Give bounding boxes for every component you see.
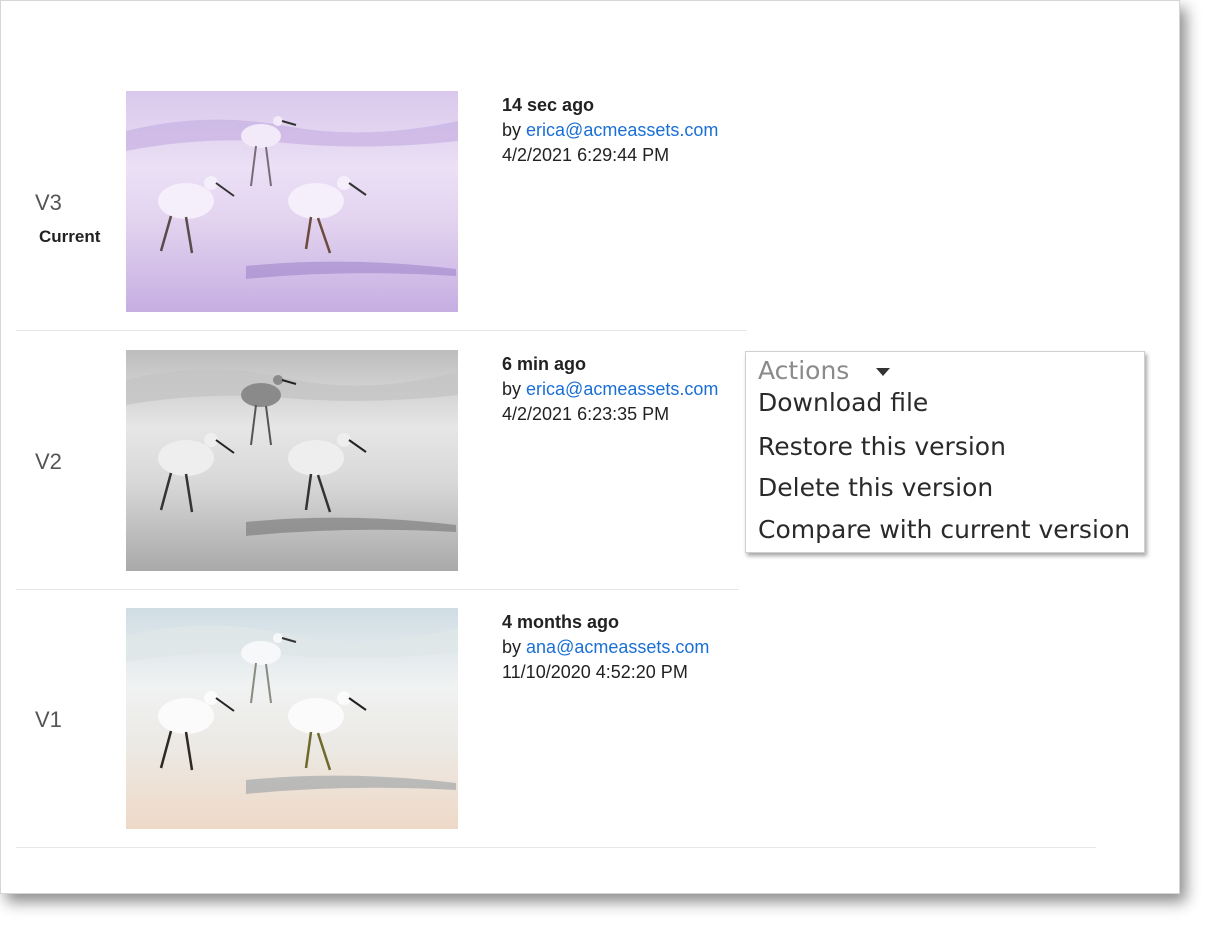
version-datetime: 4/2/2021 6:29:44 PM bbox=[502, 145, 670, 165]
version-thumbnail[interactable] bbox=[126, 91, 458, 312]
version-age: 6 min ago bbox=[502, 354, 587, 374]
version-history-panel: V3 Current 14 sec ago by erica@acmeasset… bbox=[0, 0, 1180, 894]
current-badge: Current bbox=[39, 227, 101, 246]
version-label: V3 bbox=[35, 190, 62, 215]
by-label: by bbox=[502, 379, 522, 399]
version-thumbnail[interactable] bbox=[126, 350, 458, 571]
version-age: 4 months ago bbox=[502, 612, 620, 632]
version-thumbnail[interactable] bbox=[126, 608, 458, 829]
row-divider bbox=[16, 330, 747, 331]
author-link[interactable]: erica@acmeassets.com bbox=[526, 379, 718, 399]
version-meta: 14 sec ago by erica@acmeassets.com 4/2/2… bbox=[502, 93, 718, 168]
version-datetime: 11/10/2020 4:52:20 PM bbox=[502, 662, 688, 682]
by-label: by bbox=[502, 120, 522, 140]
author-link[interactable]: erica@acmeassets.com bbox=[526, 120, 718, 140]
by-label: by bbox=[502, 637, 522, 657]
actions-menu: Actions Download file Restore this versi… bbox=[745, 351, 1145, 553]
menu-item-compare-version[interactable]: Compare with current version bbox=[758, 515, 1130, 544]
version-author-line: by erica@acmeassets.com bbox=[502, 118, 718, 143]
row-divider bbox=[16, 847, 1096, 848]
version-age: 14 sec ago bbox=[502, 95, 595, 115]
version-author-line: by ana@acmeassets.com bbox=[502, 635, 709, 660]
version-label: V2 bbox=[35, 449, 62, 474]
egrets-image bbox=[126, 91, 458, 312]
caret-down-icon[interactable] bbox=[876, 368, 890, 376]
version-label: V1 bbox=[35, 707, 62, 732]
version-datetime: 4/2/2021 6:23:35 PM bbox=[502, 404, 670, 424]
version-author-line: by erica@acmeassets.com bbox=[502, 377, 718, 402]
actions-menu-header[interactable]: Actions bbox=[758, 356, 849, 385]
menu-item-delete-version[interactable]: Delete this version bbox=[758, 473, 993, 502]
author-link[interactable]: ana@acmeassets.com bbox=[526, 637, 709, 657]
version-meta: 6 min ago by erica@acmeassets.com 4/2/20… bbox=[502, 352, 718, 427]
version-meta: 4 months ago by ana@acmeassets.com 11/10… bbox=[502, 610, 709, 685]
egrets-image bbox=[126, 350, 458, 571]
menu-item-restore-version[interactable]: Restore this version bbox=[758, 432, 1006, 461]
menu-item-download-file[interactable]: Download file bbox=[758, 388, 928, 417]
row-divider bbox=[16, 589, 739, 590]
egrets-image bbox=[126, 608, 458, 829]
